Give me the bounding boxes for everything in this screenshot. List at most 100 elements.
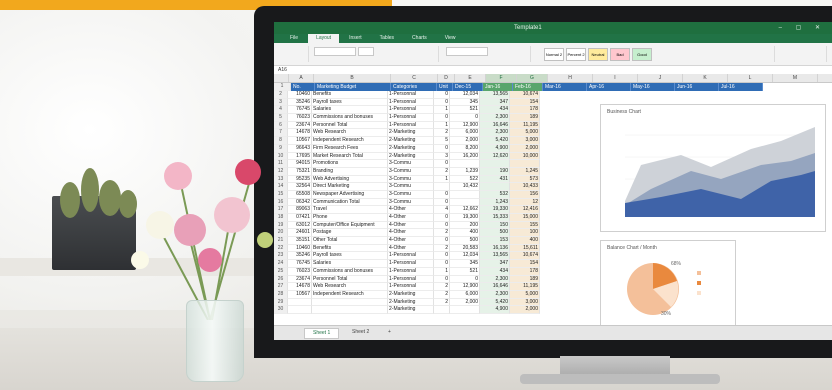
table-cell[interactable]: 0 — [434, 144, 450, 153]
table-cell[interactable]: 2 — [434, 167, 450, 176]
table-cell[interactable]: 19,300 — [450, 214, 480, 222]
table-cell[interactable]: Commissions and bonuses — [312, 267, 388, 276]
table-cell[interactable]: 3 — [434, 152, 450, 161]
table-cell[interactable]: 2,000 — [450, 137, 480, 145]
table-cell[interactable]: 2,300 — [480, 114, 510, 122]
table-cell[interactable]: Travel — [312, 206, 388, 214]
table-cell[interactable]: 15,333 — [480, 214, 510, 222]
table-cell[interactable]: 2-Marketing — [388, 298, 434, 307]
table-cell[interactable]: 189 — [510, 275, 540, 284]
table-cell[interactable]: 10567 — [288, 137, 312, 145]
header-cell[interactable]: Jul-16 — [719, 83, 763, 91]
table-cell[interactable]: 2,300 — [480, 290, 510, 299]
table-cell[interactable]: Market Research Total — [312, 152, 388, 161]
table-cell[interactable]: 12,416 — [510, 206, 540, 214]
column-header[interactable]: C — [391, 74, 438, 82]
column-header[interactable]: M — [773, 74, 818, 82]
table-cell[interactable]: 434 — [480, 106, 510, 115]
table-cell[interactable]: 35151 — [288, 237, 312, 245]
table-cell[interactable]: Branding — [312, 167, 388, 176]
table-cell[interactable] — [288, 306, 312, 314]
column-header[interactable]: L — [728, 74, 773, 82]
table-cell[interactable]: 11,195 — [510, 121, 540, 130]
table-cell[interactable]: 189 — [510, 114, 540, 122]
table-cell[interactable]: 94015 — [288, 160, 312, 168]
table-cell[interactable]: Postage — [312, 229, 388, 238]
table-cell[interactable]: Web Research — [312, 129, 388, 138]
table-cell[interactable]: 431 — [480, 175, 510, 184]
themes-group[interactable] — [780, 46, 827, 62]
table-cell[interactable]: 3-Commu — [388, 175, 434, 184]
table-cell[interactable]: Newspaper Advertising — [312, 190, 388, 199]
table-cell[interactable]: 434 — [480, 267, 510, 276]
table-cell[interactable]: 2,300 — [480, 129, 510, 138]
table-cell[interactable]: 345 — [450, 98, 480, 107]
header-cell[interactable]: Jun-16 — [675, 83, 719, 91]
table-cell[interactable]: 2 — [434, 298, 450, 307]
table-cell[interactable]: 347 — [480, 98, 510, 107]
table-cell[interactable]: 3-Commu — [388, 183, 434, 191]
table-cell[interactable]: 3,000 — [510, 298, 540, 307]
table-cell[interactable]: 12,900 — [450, 283, 480, 291]
table-cell[interactable]: 2,300 — [480, 275, 510, 284]
style-good[interactable]: Good — [632, 48, 652, 61]
table-cell[interactable]: 0 — [434, 275, 450, 284]
style-normal[interactable]: Normal 2 — [544, 48, 564, 61]
table-cell[interactable]: 15,000 — [510, 214, 540, 222]
table-cell[interactable]: 10460 — [288, 91, 312, 99]
row-number[interactable]: 3 — [274, 98, 288, 107]
table-cell[interactable]: 190 — [480, 167, 510, 176]
table-cell[interactable]: 1,245 — [510, 167, 540, 176]
table-cell[interactable]: 75321 — [288, 167, 312, 176]
window-controls[interactable]: – ▢ ✕ — [779, 22, 826, 34]
table-cell[interactable]: 0 — [434, 252, 450, 261]
table-cell[interactable]: 2,000 — [510, 306, 540, 314]
table-cell[interactable]: 10,432 — [450, 183, 480, 191]
table-cell[interactable]: 532 — [480, 190, 510, 199]
table-cell[interactable]: 154 — [510, 260, 540, 268]
table-cell[interactable]: 06342 — [288, 198, 312, 207]
table-cell[interactable]: Personnel Total — [312, 121, 388, 130]
table-cell[interactable]: 5,420 — [480, 298, 510, 307]
table-cell[interactable]: 178 — [510, 267, 540, 276]
conditional-format-group[interactable] — [494, 46, 531, 62]
table-cell[interactable]: 3-Commu — [388, 198, 434, 207]
table-cell[interactable]: 2-Marketing — [388, 144, 434, 153]
table-cell[interactable]: 2 — [434, 283, 450, 291]
pie-chart[interactable]: Balance Chart / Month 68% 30% — [600, 240, 736, 326]
table-cell[interactable]: 89063 — [288, 206, 312, 214]
table-cell[interactable]: Independent Research — [312, 290, 388, 299]
header-cell[interactable]: Unit — [437, 83, 453, 91]
table-cell[interactable]: 4-Other — [388, 206, 434, 214]
table-cell[interactable]: Web Research — [312, 283, 388, 291]
table-cell[interactable]: 2 — [434, 229, 450, 238]
table-cell[interactable]: 1-Personnal — [388, 275, 434, 284]
table-cell[interactable]: 2 — [434, 290, 450, 299]
table-cell[interactable]: 4-Other — [388, 244, 434, 253]
column-header[interactable]: G — [517, 74, 548, 82]
table-cell[interactable]: 5,000 — [510, 290, 540, 299]
add-sheet-button[interactable]: + — [380, 328, 399, 337]
table-cell[interactable]: 347 — [480, 260, 510, 268]
table-cell[interactable]: 07421 — [288, 214, 312, 222]
table-cell[interactable]: 2-Marketing — [388, 306, 434, 314]
tab-tables[interactable]: Tables — [372, 34, 402, 43]
table-cell[interactable]: 0 — [450, 114, 480, 122]
table-cell[interactable]: Other Total — [312, 237, 388, 245]
table-cell[interactable]: 0 — [434, 91, 450, 99]
table-cell[interactable]: 10,000 — [510, 152, 540, 161]
table-cell[interactable]: Salaries — [312, 106, 388, 115]
table-cell[interactable] — [312, 306, 388, 314]
table-cell[interactable]: 96643 — [288, 144, 312, 153]
cells-group[interactable] — [734, 46, 775, 62]
table-cell[interactable]: 500 — [480, 229, 510, 238]
table-cell[interactable]: 13,565 — [480, 252, 510, 261]
alignment-group[interactable] — [378, 46, 439, 62]
table-cell[interactable]: 150 — [480, 221, 510, 230]
table-cell[interactable]: 10,674 — [510, 252, 540, 261]
table-cell[interactable]: 16,646 — [480, 121, 510, 130]
table-cell[interactable]: 14678 — [288, 129, 312, 138]
table-cell[interactable]: Salaries — [312, 260, 388, 268]
table-cell[interactable]: 1-Personnal — [388, 114, 434, 122]
select-all-corner[interactable] — [274, 74, 289, 82]
